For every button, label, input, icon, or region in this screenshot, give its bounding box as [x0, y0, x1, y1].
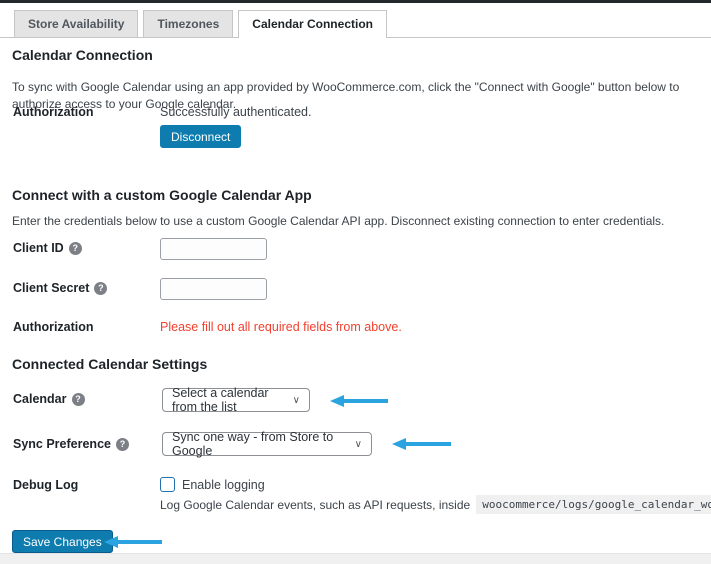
calendar-select-value: Select a calendar from the list: [172, 386, 283, 414]
authorization2-label-text: Authorization: [13, 320, 94, 334]
settings-tab-bar: Store Availability Timezones Calendar Co…: [0, 10, 711, 38]
calendar-label: Calendar ?: [13, 392, 85, 406]
chevron-down-icon: ∨: [293, 395, 300, 406]
authorization-status: Successfully authenticated.: [160, 105, 311, 119]
sync-preference-select-value: Sync one way - from Store to Google: [172, 430, 345, 458]
client-secret-label-text: Client Secret: [13, 281, 89, 295]
custom-app-heading: Connect with a custom Google Calendar Ap…: [12, 187, 312, 203]
client-id-label: Client ID ?: [13, 241, 82, 255]
enable-logging-label[interactable]: Enable logging: [182, 478, 265, 492]
sync-preference-select[interactable]: Sync one way - from Store to Google ∨: [162, 432, 372, 456]
save-changes-button[interactable]: Save Changes: [12, 530, 113, 553]
authorization-error-message: Please fill out all required fields from…: [160, 320, 402, 334]
debug-log-label: Debug Log: [13, 478, 78, 492]
debug-log-description: Log Google Calendar events, such as API …: [160, 498, 470, 512]
connected-settings-heading: Connected Calendar Settings: [12, 356, 207, 372]
help-icon[interactable]: ?: [116, 438, 129, 451]
tab-store-availability[interactable]: Store Availability: [14, 10, 138, 37]
authorization-label: Authorization: [13, 105, 94, 119]
annotation-arrow-sync: [392, 437, 451, 450]
calendar-label-text: Calendar: [13, 392, 67, 406]
annotation-arrow-calendar: [330, 394, 388, 407]
authorization-label-text: Authorization: [13, 105, 94, 119]
sync-preference-label: Sync Preference ?: [13, 437, 129, 451]
tab-calendar-connection[interactable]: Calendar Connection: [238, 10, 387, 38]
debug-log-description-row: Log Google Calendar events, such as API …: [160, 495, 711, 514]
chevron-down-icon: ∨: [355, 439, 362, 450]
sync-preference-label-text: Sync Preference: [13, 437, 111, 451]
calendar-connection-heading: Calendar Connection: [12, 47, 153, 63]
debug-log-label-text: Debug Log: [13, 478, 78, 492]
help-icon[interactable]: ?: [72, 393, 85, 406]
disconnect-button[interactable]: Disconnect: [160, 125, 241, 148]
custom-app-description: Enter the credentials below to use a cus…: [12, 213, 703, 230]
client-secret-label: Client Secret ?: [13, 281, 107, 295]
tab-timezones[interactable]: Timezones: [143, 10, 233, 37]
admin-bar-edge: [0, 0, 711, 3]
calendar-connection-description: To sync with Google Calendar using an ap…: [12, 79, 703, 113]
client-secret-input[interactable]: [160, 278, 267, 300]
page-bottom-edge: [0, 553, 711, 564]
authorization2-label: Authorization: [13, 320, 94, 334]
calendar-select[interactable]: Select a calendar from the list ∨: [162, 388, 310, 412]
client-id-label-text: Client ID: [13, 241, 64, 255]
help-icon[interactable]: ?: [69, 242, 82, 255]
debug-log-path: woocommerce/logs/google_calendar_wooconn…: [476, 495, 711, 514]
annotation-arrow-save: [104, 535, 162, 548]
client-id-input[interactable]: [160, 238, 267, 260]
help-icon[interactable]: ?: [94, 282, 107, 295]
enable-logging-checkbox[interactable]: [160, 477, 175, 492]
